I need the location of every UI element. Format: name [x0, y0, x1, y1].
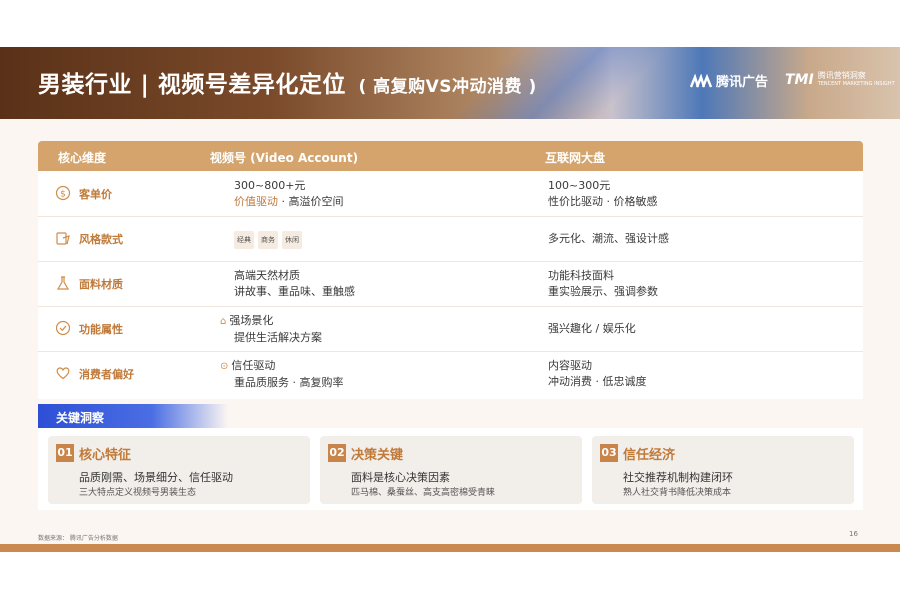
market-line2: 重实验展示、强调参数 — [548, 285, 658, 298]
market-line1: 功能科技面料 — [548, 269, 614, 282]
style-tag: 商务 — [258, 231, 278, 249]
check-circle-icon — [55, 320, 71, 336]
market-line1: 多元化、潮流、强设计感 — [548, 232, 669, 245]
col-header-dimension: 核心维度 — [58, 151, 107, 165]
key-insights-heading: 关键洞察 — [38, 404, 228, 428]
market-cell: 强兴趣化 / 娱乐化 — [548, 321, 636, 337]
tmi-logo-mark: TMI — [785, 72, 814, 88]
row-label: 消费者偏好 — [79, 368, 134, 381]
tmi-logo: TMI 腾讯营销洞察 TENCENT MARKETING INSIGHT — [785, 71, 895, 89]
table-row: 面料材质 高端天然材质 讲故事、重品味、重触感 功能科技面料 重实验展示、强调参… — [38, 261, 863, 307]
page-number: 16 — [849, 530, 858, 538]
video-cell: ⌂ 强场景化 提供生活解决方案 — [220, 313, 322, 346]
card-title: 核心特征 — [79, 448, 132, 463]
table-header: 核心维度 视频号 (Video Account) 互联网大盘 — [38, 141, 863, 171]
market-line1: 100~300元 — [548, 179, 611, 192]
market-line1: 强兴趣化 / 娱乐化 — [548, 322, 636, 335]
title-subtitle: ( 高复购VS冲动消费 ) — [358, 77, 537, 97]
tencent-ads-logo-icon — [690, 73, 712, 87]
table-row: $ 客单价 300~800+元 价值驱动 · 高溢价空间 100~300元 性价… — [38, 171, 863, 217]
card-sub-text: 三大特点定义视频号男装生态 — [79, 488, 197, 498]
card-number: 01 — [56, 444, 74, 462]
video-line2: 重品质服务 · 高复购率 — [234, 376, 344, 389]
video-cell: 高端天然材质 讲故事、重品味、重触感 — [234, 268, 355, 300]
page-title: 男装行业 | 视频号差异化定位 ( 高复购VS冲动消费 ) — [38, 65, 537, 99]
row-label: 客单价 — [79, 188, 112, 201]
home-icon: ⌂ — [220, 316, 227, 327]
video-line1: 信任驱动 — [231, 359, 276, 372]
card-sub-text: 匹马棉、桑蚕丝、高支高密棉受青睐 — [351, 488, 496, 498]
table-row: 消费者偏好 ⊙ 信任驱动 重品质服务 · 高复购率 内容驱动 冲动消费 · 低忠诚… — [38, 351, 863, 396]
table-row: 功能属性 ⌂ 强场景化 提供生活解决方案 强兴趣化 / 娱乐化 — [38, 306, 863, 352]
row-label: 功能属性 — [79, 323, 123, 336]
dollar-icon: $ — [55, 185, 71, 201]
insight-card: 03 信任经济 社交推荐机制构建闭环 熟人社交背书降低决策成本 — [592, 436, 854, 504]
insights-panel: 01 核心特征 品质刚需、场景细分、信任驱动 三大特点定义视频号男装生态 02 … — [38, 428, 863, 510]
market-line2: 性价比驱动 · 价格敏感 — [548, 195, 658, 208]
tencent-ads-logo-text: 腾讯广告 — [716, 75, 769, 90]
card-main-text: 社交推荐机制构建闭环 — [623, 471, 733, 484]
col-header-video-account: 视频号 (Video Account) — [210, 151, 359, 165]
data-source-note: 数据来源： 腾讯广告分析数据 — [38, 535, 118, 542]
video-cell: ⊙ 信任驱动 重品质服务 · 高复购率 — [220, 358, 344, 391]
bottom-accent-bar — [0, 544, 900, 552]
video-line1: 300~800+元 — [234, 179, 306, 192]
tmi-logo-en: TENCENT MARKETING INSIGHT — [817, 81, 895, 87]
market-cell: 功能科技面料 重实验展示、强调参数 — [548, 268, 658, 300]
flask-icon — [55, 275, 71, 291]
header-banner: 男装行业 | 视频号差异化定位 ( 高复购VS冲动消费 ) 腾讯广告 TMI 腾… — [0, 47, 900, 119]
row-label: 风格款式 — [79, 233, 123, 246]
title-main: 男装行业 | 视频号差异化定位 — [38, 72, 346, 98]
style-icon — [55, 230, 71, 246]
tmi-logo-cn: 腾讯营销洞察 — [817, 71, 866, 80]
video-line1: 高端天然材质 — [234, 269, 300, 282]
market-line2: 冲动消费 · 低忠诚度 — [548, 375, 647, 388]
insight-card: 02 决策关键 面料是核心决策因素 匹马棉、桑蚕丝、高支高密棉受青睐 — [320, 436, 582, 504]
slide: 男装行业 | 视频号差异化定位 ( 高复购VS冲动消费 ) 腾讯广告 TMI 腾… — [0, 47, 900, 552]
video-cell: 经典 商务 休闲 — [234, 231, 306, 249]
check-circle-small-icon: ⊙ — [220, 361, 229, 372]
market-cell: 内容驱动 冲动消费 · 低忠诚度 — [548, 358, 647, 390]
video-line2-accent: 价值驱动 — [234, 195, 278, 208]
video-line1: 强场景化 — [229, 314, 274, 327]
card-number: 03 — [600, 444, 618, 462]
style-tag: 经典 — [234, 231, 254, 249]
col-header-market: 互联网大盘 — [545, 151, 606, 165]
key-insights-title: 关键洞察 — [56, 411, 105, 425]
insight-card: 01 核心特征 品质刚需、场景细分、信任驱动 三大特点定义视频号男装生态 — [48, 436, 310, 504]
card-number: 02 — [328, 444, 346, 462]
comparison-table: $ 客单价 300~800+元 价值驱动 · 高溢价空间 100~300元 性价… — [38, 171, 863, 399]
card-title: 信任经济 — [623, 448, 676, 463]
svg-text:$: $ — [60, 190, 66, 200]
card-main-text: 品质刚需、场景细分、信任驱动 — [79, 471, 233, 484]
video-line2: 提供生活解决方案 — [234, 331, 322, 344]
table-row: 风格款式 经典 商务 休闲 多元化、潮流、强设计感 — [38, 216, 863, 262]
video-line2: 讲故事、重品味、重触感 — [234, 285, 355, 298]
card-sub-text: 熟人社交背书降低决策成本 — [623, 488, 732, 498]
market-line1: 内容驱动 — [548, 359, 592, 372]
row-label: 面料材质 — [79, 278, 123, 291]
style-tag: 休闲 — [282, 231, 302, 249]
video-line2: · 高溢价空间 — [278, 195, 344, 208]
market-cell: 100~300元 性价比驱动 · 价格敏感 — [548, 178, 658, 210]
video-cell: 300~800+元 价值驱动 · 高溢价空间 — [234, 178, 344, 210]
heart-icon — [55, 365, 71, 381]
card-main-text: 面料是核心决策因素 — [351, 471, 450, 484]
card-title: 决策关键 — [351, 448, 404, 463]
tencent-ads-logo: 腾讯广告 — [690, 71, 768, 90]
market-cell: 多元化、潮流、强设计感 — [548, 231, 669, 247]
